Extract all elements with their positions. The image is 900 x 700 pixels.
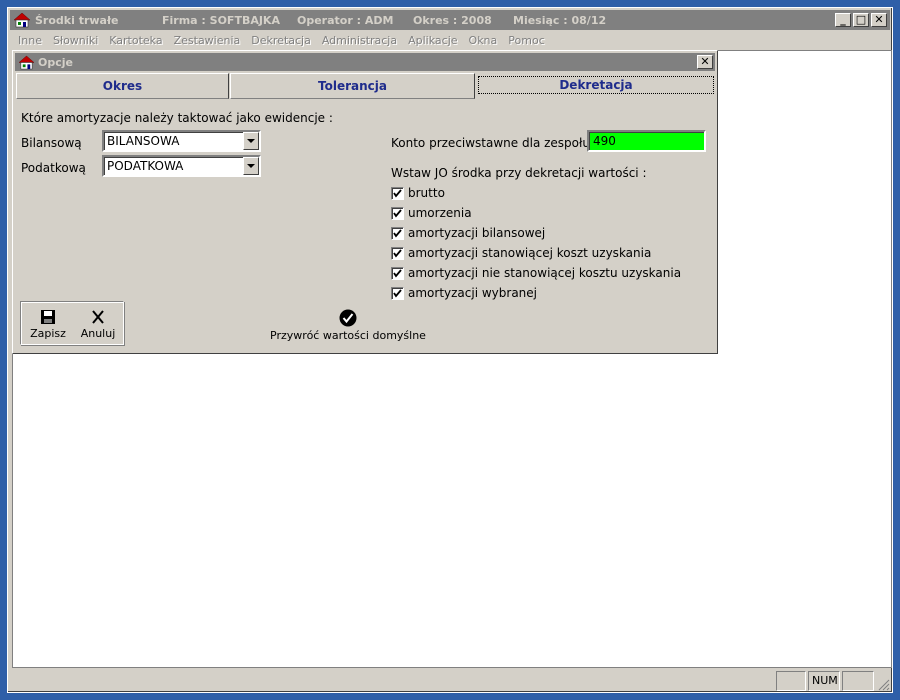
checkmark-icon — [393, 268, 402, 278]
checkbox[interactable] — [391, 286, 404, 300]
chevron-down-icon[interactable] — [243, 132, 259, 150]
house-icon — [18, 55, 35, 69]
okres-label: Okres : 2008 — [413, 13, 492, 27]
restore-defaults-button[interactable]: Przywróć wartości domyślne — [268, 309, 428, 342]
wstaw-label: Wstaw JO środka przy dekretacji wartości… — [391, 166, 647, 180]
app-title: Środki trwałe — [35, 13, 119, 27]
menubar: Inne Słowniki Kartoteka Zestawienia Dekr… — [10, 30, 890, 50]
checkmark-icon — [393, 188, 402, 198]
konto-label: Konto przeciwstawne dla zespołu 5 — [391, 136, 602, 150]
checkmark-icon — [393, 228, 402, 238]
miesiac-label: Miesiąc : 08/12 — [513, 13, 607, 27]
checkbox-label: amortyzacji wybranej — [408, 286, 537, 300]
minimize-button[interactable]: _ — [835, 13, 851, 27]
bilansowa-value: BILANSOWA — [107, 134, 180, 148]
dialog-titlebar[interactable]: Opcje ✕ — [15, 53, 715, 71]
checkmark-icon — [393, 248, 402, 258]
firma-label: Firma : SOFTBAJKA — [162, 13, 280, 27]
status-panel-empty — [776, 671, 806, 691]
checkbox-koszt-uzyskania[interactable]: amortyzacji stanowiącej koszt uzyskania — [391, 246, 651, 260]
checkbox-umorzenia[interactable]: umorzenia — [391, 206, 472, 220]
checkbox-label: amortyzacji bilansowej — [408, 226, 546, 240]
checkbox[interactable] — [391, 206, 404, 220]
close-button[interactable]: ✕ — [871, 13, 887, 27]
status-num: NUM — [808, 671, 840, 691]
menu-aplikacje[interactable]: Aplikacje — [408, 34, 457, 47]
statusbar: NUM — [10, 669, 890, 691]
save-label: Zapisz — [30, 327, 66, 340]
tab-okres[interactable]: Okres — [16, 73, 229, 99]
checkbox-label: umorzenia — [408, 206, 472, 220]
checkbox[interactable] — [391, 186, 404, 200]
menu-kartoteka[interactable]: Kartoteka — [109, 34, 162, 47]
dialog-close-button[interactable]: ✕ — [697, 55, 713, 69]
bilansowa-select[interactable]: BILANSOWA — [102, 130, 261, 152]
toolbar-panel: Zapisz Anuluj — [20, 301, 124, 345]
cancel-button[interactable]: Anuluj — [75, 305, 121, 343]
menu-zestawienia[interactable]: Zestawienia — [174, 34, 241, 47]
menu-okna[interactable]: Okna — [469, 34, 498, 47]
menu-administracja[interactable]: Administracja — [322, 34, 397, 47]
dialog-title: Opcje — [38, 55, 73, 69]
podatkowa-value: PODATKOWA — [107, 159, 184, 173]
checkbox-brutto[interactable]: brutto — [391, 186, 445, 200]
checkbox[interactable] — [391, 246, 404, 260]
tab-strip: Okres Tolerancja Dekretacja — [16, 73, 716, 99]
restore-defaults-label: Przywróć wartości domyślne — [270, 329, 426, 342]
cancel-x-icon — [92, 310, 104, 324]
tab-tolerancja[interactable]: Tolerancja — [230, 73, 475, 99]
checkbox-label: amortyzacji stanowiącej koszt uzyskania — [408, 246, 652, 260]
floppy-disk-icon — [41, 310, 55, 324]
podatkowa-label: Podatkową — [21, 161, 86, 175]
menu-pomoc[interactable]: Pomoc — [508, 34, 544, 47]
podatkowa-select[interactable]: PODATKOWA — [102, 155, 261, 177]
menu-slowniki[interactable]: Słowniki — [53, 34, 98, 47]
menu-dekretacja[interactable]: Dekretacja — [251, 34, 311, 47]
main-titlebar[interactable]: Środki trwałe Firma : SOFTBAJKA Operator… — [10, 10, 890, 30]
check-circle-icon — [339, 309, 357, 327]
checkbox-nie-koszt-uzyskania[interactable]: amortyzacji nie stanowiącej kosztu uzysk… — [391, 266, 681, 280]
checkmark-icon — [393, 208, 402, 218]
resize-grip-icon[interactable] — [876, 677, 890, 691]
save-button[interactable]: Zapisz — [25, 305, 71, 343]
menu-inne[interactable]: Inne — [18, 34, 42, 47]
chevron-down-icon[interactable] — [243, 157, 259, 175]
cancel-label: Anuluj — [80, 327, 116, 340]
bilansowa-label: Bilansową — [21, 136, 82, 150]
checkbox-wybranej[interactable]: amortyzacji wybranej — [391, 286, 537, 300]
checkbox[interactable] — [391, 266, 404, 280]
options-dialog: Opcje ✕ Okres Tolerancja Dekretacja Któr… — [12, 50, 718, 354]
status-panel-empty-2 — [842, 671, 874, 691]
checkbox[interactable] — [391, 226, 404, 240]
checkbox-amortyzacji-bilansowej[interactable]: amortyzacji bilansowej — [391, 226, 545, 240]
maximize-button[interactable]: □ — [853, 13, 869, 27]
tab-dekretacja[interactable]: Dekretacja — [478, 76, 714, 94]
checkbox-label: brutto — [408, 186, 445, 200]
checkbox-label: amortyzacji nie stanowiącej kosztu uzysk… — [408, 266, 682, 280]
konto-input[interactable]: 490 — [587, 130, 706, 152]
window-controls: _ □ ✕ — [835, 13, 887, 27]
operator-label: Operator : ADM — [297, 13, 394, 27]
house-icon — [13, 12, 31, 28]
checkmark-icon — [393, 288, 402, 298]
ewidencje-question: Które amortyzacje należy taktować jako e… — [21, 111, 333, 125]
